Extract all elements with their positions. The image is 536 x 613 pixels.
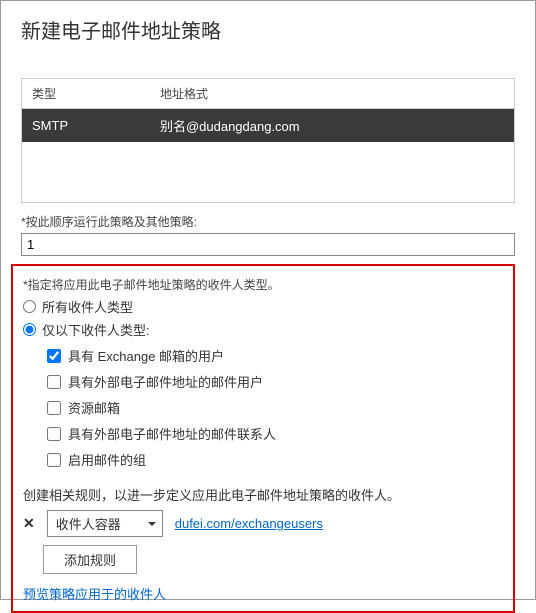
preview-recipients-link[interactable]: 预览策略应用于的收件人 bbox=[23, 584, 166, 603]
page-title: 新建电子邮件地址策略 bbox=[21, 1, 515, 54]
cb-group-label: 启用邮件的组 bbox=[68, 450, 146, 469]
radio-only-input[interactable] bbox=[23, 323, 36, 336]
col-type: 类型 bbox=[22, 79, 150, 109]
rule-description: 创建相关规则，以进一步定义应用此电子邮件地址策略的收件人。 bbox=[23, 485, 503, 504]
cb-exchange-user[interactable]: 具有 Exchange 邮箱的用户 bbox=[47, 346, 503, 365]
table-row[interactable]: SMTP 别名@dudangdang.com bbox=[22, 109, 514, 143]
rule-row: ✕ 收件人容器 dufei.com/exchangeusers bbox=[23, 510, 503, 537]
col-format: 地址格式 bbox=[150, 79, 514, 109]
address-format-table: 类型 地址格式 SMTP 别名@dudangdang.com bbox=[21, 78, 515, 203]
radio-only-types[interactable]: 仅以下收件人类型: bbox=[23, 320, 503, 339]
cell-type: SMTP bbox=[22, 109, 150, 143]
order-input[interactable] bbox=[21, 233, 515, 256]
cb-mail-group[interactable]: 启用邮件的组 bbox=[47, 450, 503, 469]
radio-all-recipients[interactable]: 所有收件人类型 bbox=[23, 297, 503, 316]
cb-external-user[interactable]: 具有外部电子邮件地址的邮件用户 bbox=[47, 372, 503, 391]
rule-type-dropdown[interactable]: 收件人容器 bbox=[47, 510, 163, 537]
cb-resource-input[interactable] bbox=[47, 401, 61, 415]
radio-all-label: 所有收件人类型 bbox=[42, 297, 133, 316]
cb-group-input[interactable] bbox=[47, 453, 61, 467]
cb-exchange-input[interactable] bbox=[47, 349, 61, 363]
cb-contact-input[interactable] bbox=[47, 427, 61, 441]
recipient-type-section: *指定将应用此电子邮件地址策略的收件人类型。 所有收件人类型 仅以下收件人类型:… bbox=[11, 264, 515, 613]
cb-external-label: 具有外部电子邮件地址的邮件用户 bbox=[68, 372, 263, 391]
radio-all-input[interactable] bbox=[23, 300, 36, 313]
cb-external-input[interactable] bbox=[47, 375, 61, 389]
table-empty bbox=[22, 142, 514, 202]
cell-format: 别名@dudangdang.com bbox=[150, 109, 514, 143]
cb-exchange-label: 具有 Exchange 邮箱的用户 bbox=[68, 346, 224, 365]
cb-contact-label: 具有外部电子邮件地址的邮件联系人 bbox=[68, 424, 276, 443]
remove-rule-icon[interactable]: ✕ bbox=[23, 515, 35, 532]
recipient-type-label: *指定将应用此电子邮件地址策略的收件人类型。 bbox=[23, 276, 503, 293]
rule-value-link[interactable]: dufei.com/exchangeusers bbox=[175, 516, 323, 531]
radio-only-label: 仅以下收件人类型: bbox=[42, 320, 150, 339]
order-label: *按此顺序运行此策略及其他策略: bbox=[21, 213, 515, 230]
cb-resource-label: 资源邮箱 bbox=[68, 398, 120, 417]
add-rule-button[interactable]: 添加规则 bbox=[43, 545, 137, 574]
cb-external-contact[interactable]: 具有外部电子邮件地址的邮件联系人 bbox=[47, 424, 503, 443]
cb-resource-mailbox[interactable]: 资源邮箱 bbox=[47, 398, 503, 417]
